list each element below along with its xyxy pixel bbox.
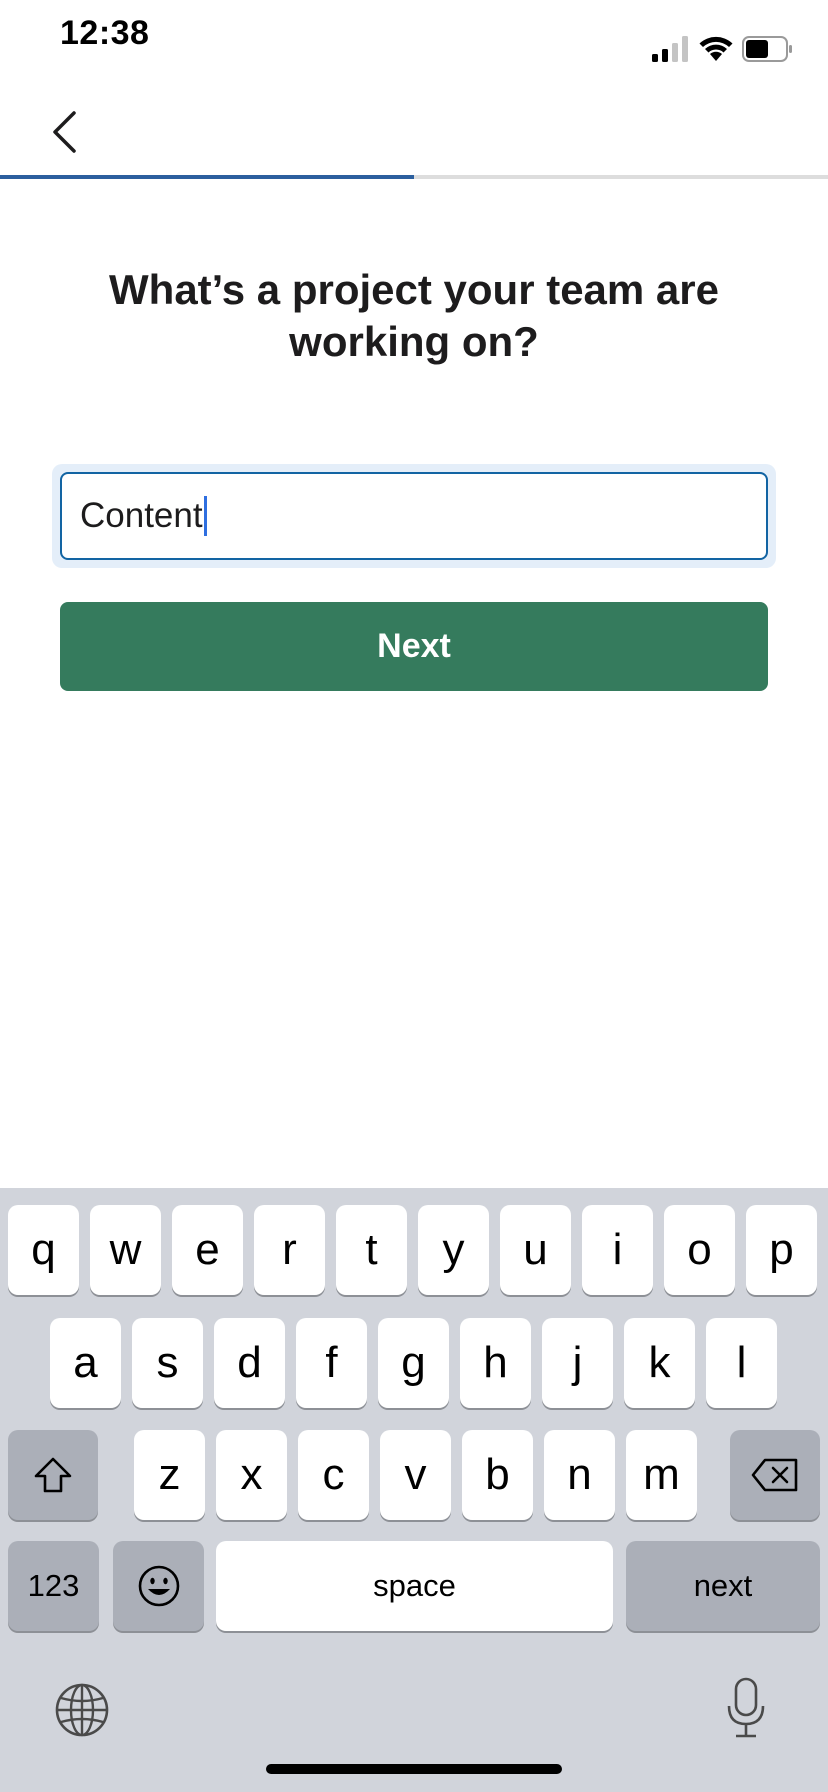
key-r[interactable]: r	[254, 1205, 325, 1295]
progress-bar-fill	[0, 175, 414, 179]
key-q[interactable]: q	[8, 1205, 79, 1295]
key-f[interactable]: f	[296, 1318, 367, 1408]
status-time: 12:38	[60, 14, 150, 52]
shift-key[interactable]	[8, 1430, 98, 1520]
key-a[interactable]: a	[50, 1318, 121, 1408]
key-u[interactable]: u	[500, 1205, 571, 1295]
key-g[interactable]: g	[378, 1318, 449, 1408]
project-name-input[interactable]: Content	[60, 472, 768, 560]
battery-icon	[742, 36, 792, 62]
space-key[interactable]: space	[216, 1541, 613, 1631]
key-t[interactable]: t	[336, 1205, 407, 1295]
key-d[interactable]: d	[214, 1318, 285, 1408]
home-indicator	[266, 1764, 562, 1774]
globe-icon	[55, 1683, 109, 1737]
key-b[interactable]: b	[462, 1430, 533, 1520]
key-j[interactable]: j	[542, 1318, 613, 1408]
signal-icon	[652, 36, 688, 62]
key-y[interactable]: y	[418, 1205, 489, 1295]
numbers-key[interactable]: 123	[8, 1541, 99, 1631]
next-key[interactable]: next	[626, 1541, 820, 1631]
key-h[interactable]: h	[460, 1318, 531, 1408]
key-i[interactable]: i	[582, 1205, 653, 1295]
input-value: Content	[80, 496, 203, 535]
globe-key[interactable]	[50, 1678, 114, 1742]
key-e[interactable]: e	[172, 1205, 243, 1295]
key-m[interactable]: m	[626, 1430, 697, 1520]
chevron-left-icon	[53, 111, 76, 153]
key-n[interactable]: n	[544, 1430, 615, 1520]
emoji-key[interactable]	[113, 1541, 204, 1631]
text-caret	[203, 496, 207, 536]
key-z[interactable]: z	[134, 1430, 205, 1520]
key-w[interactable]: w	[90, 1205, 161, 1295]
key-k[interactable]: k	[624, 1318, 695, 1408]
back-button[interactable]	[36, 100, 92, 164]
emoji-icon	[138, 1565, 179, 1607]
key-v[interactable]: v	[380, 1430, 451, 1520]
wifi-icon	[699, 36, 733, 61]
key-s[interactable]: s	[132, 1318, 203, 1408]
key-x[interactable]: x	[216, 1430, 287, 1520]
microphone-key[interactable]	[720, 1672, 772, 1744]
key-l[interactable]: l	[706, 1318, 777, 1408]
key-c[interactable]: c	[298, 1430, 369, 1520]
key-o[interactable]: o	[664, 1205, 735, 1295]
microphone-icon	[727, 1677, 765, 1738]
delete-key[interactable]	[730, 1430, 820, 1520]
keyboard: 123 space next qwertyuiop asdfghjkl zxcvbn…	[0, 1188, 828, 1792]
shift-icon	[34, 1457, 72, 1493]
progress-bar	[0, 175, 828, 179]
page-title: What’s a project your team are working o…	[109, 266, 719, 365]
status-bar: 12:38	[0, 0, 828, 80]
next-button[interactable]: Next	[60, 602, 768, 691]
key-p[interactable]: p	[746, 1205, 817, 1295]
delete-icon	[751, 1458, 798, 1492]
